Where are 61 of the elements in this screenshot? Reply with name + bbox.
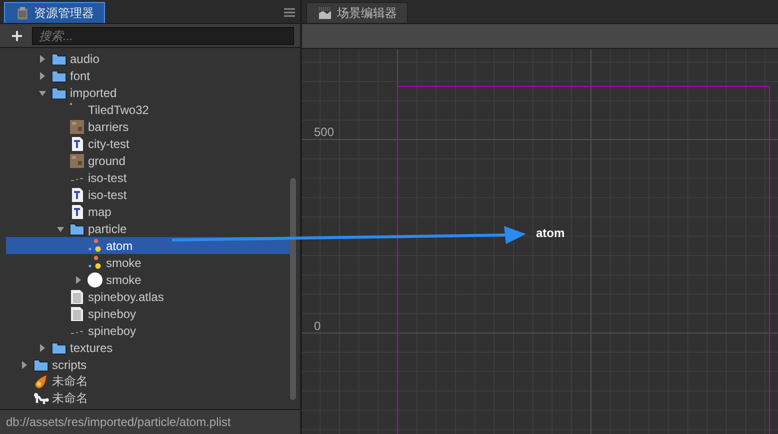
clipboard-icon bbox=[17, 6, 28, 20]
tree-item[interactable]: 未命名 bbox=[6, 390, 290, 407]
tree-item[interactable]: 未命名 bbox=[6, 373, 290, 390]
caret-down-icon bbox=[57, 224, 64, 232]
texture-icon bbox=[69, 152, 85, 168]
tree-item[interactable]: imported bbox=[6, 84, 290, 101]
scene-grid[interactable]: 500 0 atom bbox=[302, 49, 778, 434]
document-icon bbox=[69, 186, 85, 202]
tree-item[interactable]: scripts bbox=[6, 356, 290, 373]
sprite-icon bbox=[71, 178, 83, 180]
text-file-icon bbox=[69, 306, 85, 322]
caret-right-icon bbox=[75, 276, 82, 284]
tree-item[interactable]: smoke bbox=[6, 254, 290, 271]
tree-item[interactable]: font bbox=[6, 67, 290, 84]
caret-down-icon bbox=[39, 88, 46, 96]
tree-item[interactable]: TiledTwo32 bbox=[6, 101, 290, 118]
tree-item[interactable]: smoke bbox=[6, 271, 290, 288]
tree-item[interactable]: textures bbox=[6, 339, 290, 356]
caret-right-icon bbox=[39, 72, 46, 80]
tree-item[interactable]: particle bbox=[6, 220, 290, 237]
axis-label: 500 bbox=[314, 125, 334, 139]
sprite-icon bbox=[71, 330, 83, 334]
tree-item[interactable]: spineboy.atlas bbox=[6, 288, 290, 305]
tree-item[interactable]: city-test bbox=[6, 135, 290, 152]
caret-right-icon bbox=[39, 54, 46, 62]
circle-icon bbox=[87, 272, 103, 288]
tree-item[interactable]: spineboy bbox=[6, 305, 290, 322]
tree-item[interactable]: ground bbox=[6, 152, 290, 169]
scene-tab[interactable]: 场景编辑器 bbox=[306, 2, 408, 23]
caret-right-icon bbox=[39, 344, 46, 352]
document-icon bbox=[69, 136, 85, 152]
tree-item[interactable]: iso-test bbox=[6, 169, 290, 186]
tree-item[interactable]: iso-test bbox=[6, 186, 290, 203]
scrollbar[interactable] bbox=[290, 178, 296, 400]
particle-icon bbox=[87, 254, 103, 270]
folder-icon bbox=[51, 84, 67, 100]
bone-icon bbox=[33, 390, 49, 406]
node-label: atom bbox=[536, 226, 565, 240]
tree-item[interactable]: spineboy bbox=[6, 322, 290, 339]
texture-icon bbox=[69, 118, 85, 134]
asset-path: db://assets/res/imported/particle/atom.plist bbox=[0, 409, 300, 434]
tree-item[interactable]: barriers bbox=[6, 118, 290, 135]
plus-icon bbox=[12, 30, 22, 40]
caret-right-icon bbox=[21, 360, 28, 368]
flame-icon bbox=[33, 374, 49, 390]
document-icon bbox=[69, 204, 85, 220]
folder-icon bbox=[33, 356, 49, 372]
folder-icon bbox=[51, 50, 67, 66]
search-field[interactable]: 搜索... bbox=[32, 26, 294, 44]
tree-item[interactable]: audio bbox=[6, 50, 290, 67]
scene-icon bbox=[319, 7, 331, 19]
text-file-icon bbox=[69, 288, 85, 304]
tree-item[interactable]: atom bbox=[6, 237, 290, 254]
menu-icon[interactable] bbox=[284, 8, 295, 17]
particle-icon bbox=[87, 238, 103, 254]
add-button[interactable] bbox=[10, 28, 24, 42]
axis-label: 0 bbox=[314, 319, 321, 333]
assets-tab[interactable]: 资源管理器 bbox=[4, 2, 105, 23]
tree-item[interactable]: map bbox=[6, 203, 290, 220]
folder-icon bbox=[51, 340, 67, 356]
folder-icon bbox=[51, 68, 67, 84]
